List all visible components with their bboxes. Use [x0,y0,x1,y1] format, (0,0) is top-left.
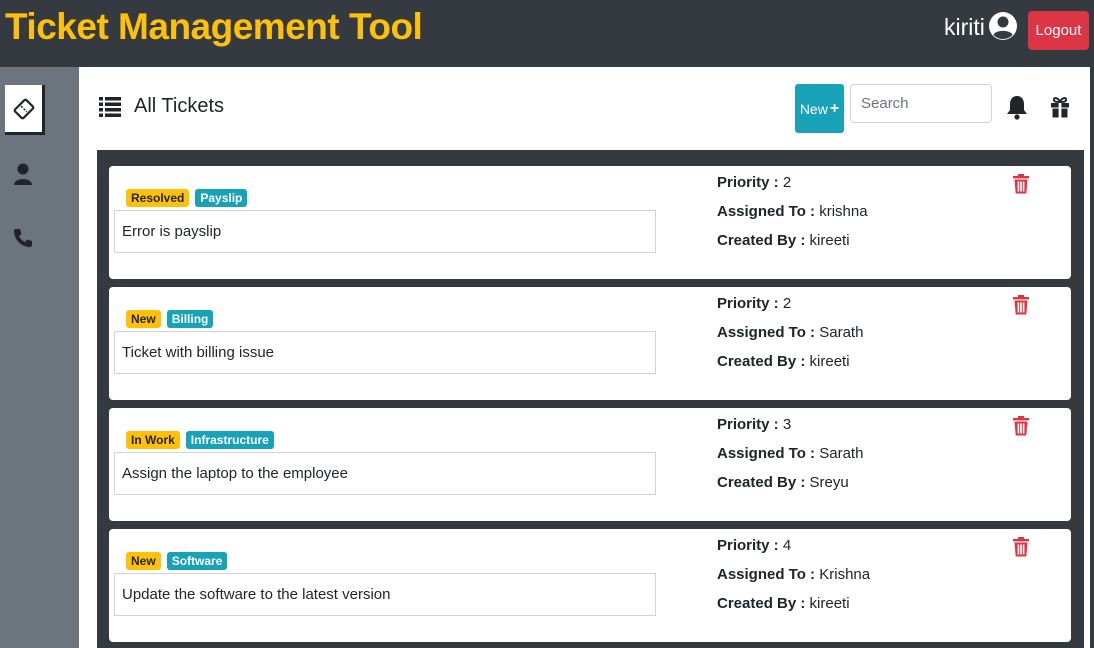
assigned-row: Assigned To : krishna [717,203,868,220]
created-label: Created By : [717,474,806,491]
user-circle-icon[interactable] [988,11,1018,41]
status-badge: New [126,310,161,328]
category-badge: Billing [166,310,214,328]
created-label: Created By : [717,595,806,612]
app-title: Ticket Management Tool [5,6,423,47]
new-button-label: New [799,100,828,117]
list-icon [99,97,121,117]
assigned-value: Krishna [819,566,871,583]
priority-value: 2 [782,295,792,312]
priority-label: Priority : [717,174,779,191]
trash-icon[interactable] [1013,295,1029,315]
created-row: Created By : kireeti [717,595,850,612]
ticket-description: Ticket with billing issue [114,331,656,374]
assigned-value: krishna [819,203,868,220]
priority-label: Priority : [717,537,779,554]
ticket-description: Update the software to the latest versio… [114,573,656,616]
created-row: Created By : kireeti [717,353,850,370]
ticket-description: Assign the laptop to the employee [114,452,656,495]
user-icon [14,163,32,185]
ticket-card[interactable]: New Billing Ticket with billing issue Pr… [109,287,1071,400]
created-row: Created By : kireeti [717,232,850,249]
assigned-label: Assigned To : [717,566,816,583]
assigned-row: Assigned To : Krishna [717,566,870,583]
priority-value: 2 [782,174,792,191]
priority-value: 3 [782,416,792,433]
status-badge: Resolved [126,189,190,207]
plus-icon: + [829,99,840,117]
created-value: kireeti [809,232,850,249]
assigned-label: Assigned To : [717,445,816,462]
priority-label: Priority : [717,295,779,312]
status-badge: In Work [126,431,180,449]
ticket-card[interactable]: Resolved Payslip Error is payslip Priori… [109,166,1071,279]
trash-icon[interactable] [1013,537,1029,557]
assigned-row: Assigned To : Sarath [717,324,863,341]
trash-icon[interactable] [1013,416,1029,436]
assigned-value: Sarath [819,445,864,462]
priority-row: Priority : 4 [717,537,791,554]
status-badge: New [126,552,161,570]
ticket-description: Error is payslip [114,210,656,253]
sidebar [0,67,79,648]
logout-button[interactable]: Logout [1028,11,1089,50]
window-edge [1090,0,1094,648]
category-badge: Software [166,552,228,570]
phone-icon [14,229,32,247]
ticket-list: Resolved Payslip Error is payslip Priori… [97,150,1084,648]
assigned-value: Sarath [819,324,864,341]
trash-icon[interactable] [1013,174,1029,194]
category-badge: Payslip [195,189,248,207]
priority-row: Priority : 2 [717,295,791,312]
created-value: kireeti [809,595,850,612]
priority-value: 4 [782,537,792,554]
assigned-row: Assigned To : Sarath [717,445,863,462]
created-label: Created By : [717,232,806,249]
priority-row: Priority : 2 [717,174,791,191]
sidebar-item-contact[interactable] [8,223,38,253]
ticket-card[interactable]: New Software Update the software to the … [109,529,1071,642]
ticket-card[interactable]: In Work Infrastructure Assign the laptop… [109,408,1071,521]
ticket-icon [13,98,34,119]
created-value: Sreyu [809,474,849,491]
sidebar-item-users[interactable] [8,159,38,189]
assigned-label: Assigned To : [717,324,816,341]
page-title: All Tickets [134,95,225,117]
category-badge: Infrastructure [185,431,274,449]
priority-label: Priority : [717,416,779,433]
created-value: kireeti [809,353,850,370]
assigned-label: Assigned To : [717,203,816,220]
new-ticket-button[interactable]: New + [795,84,844,133]
created-row: Created By : Sreyu [717,474,849,491]
bell-icon[interactable] [1006,94,1028,120]
created-label: Created By : [717,353,806,370]
priority-row: Priority : 3 [717,416,791,433]
sidebar-item-tickets[interactable] [5,85,45,135]
gift-icon[interactable] [1049,96,1071,118]
top-navbar: Ticket Management Tool kiriti Logout [0,0,1090,67]
user-name: kiriti [944,14,985,40]
search-input[interactable] [850,84,992,123]
